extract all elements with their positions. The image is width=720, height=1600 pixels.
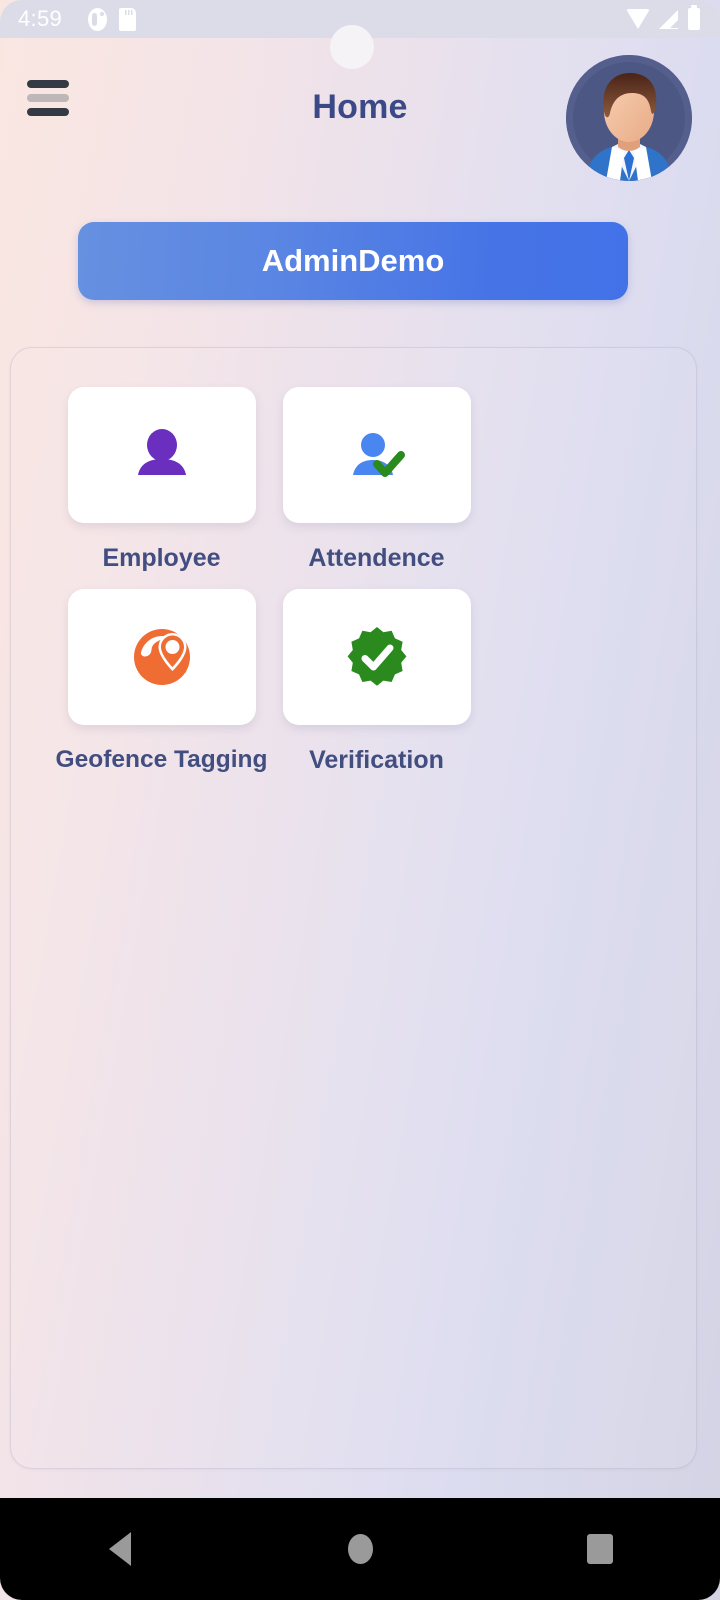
camera-punch-hole <box>330 25 374 69</box>
status-bar-right <box>626 5 706 30</box>
tile-card-geofence-tagging[interactable] <box>67 589 256 725</box>
recents-square-icon <box>587 1534 613 1564</box>
nav-home-button[interactable] <box>300 1534 420 1564</box>
hamburger-line-top <box>27 80 69 88</box>
tile-card-attendence[interactable] <box>282 387 471 523</box>
wifi-icon <box>626 9 650 29</box>
android-navigation-bar <box>0 1498 720 1600</box>
tile-attendence[interactable]: Attendence <box>269 387 484 573</box>
globe-location-pin-icon <box>133 629 190 685</box>
home-circle-icon <box>347 1534 373 1564</box>
cellular-signal-icon <box>659 9 679 29</box>
tile-card-verification[interactable] <box>282 589 471 725</box>
tile-geofence-tagging[interactable]: Geofence Tagging <box>54 589 269 775</box>
tile-card-employee[interactable] <box>67 387 256 523</box>
tile-grid: Employee Attendence Geofence Tagging Ver… <box>11 348 696 791</box>
status-bar-left: 4:59 <box>14 6 137 32</box>
phone-screen: 4:59 Home AdminDemo Employee Attendence … <box>0 0 720 1600</box>
back-triangle-icon <box>109 1532 131 1566</box>
tile-verification[interactable]: Verification <box>269 589 484 775</box>
person-check-icon <box>352 433 405 477</box>
admin-demo-button[interactable]: AdminDemo <box>78 222 628 300</box>
tile-label-attendence: Attendence <box>308 544 445 572</box>
verified-badge-icon <box>347 627 406 686</box>
nav-recents-button[interactable] <box>540 1534 660 1564</box>
sd-card-icon <box>119 7 137 31</box>
person-icon <box>137 429 186 475</box>
status-bar-clock: 4:59 <box>18 6 63 31</box>
content-panel: Employee Attendence Geofence Tagging Ver… <box>10 347 697 1469</box>
battery-icon <box>688 5 700 30</box>
tile-employee[interactable]: Employee <box>54 387 269 573</box>
user-avatar-icon[interactable] <box>566 55 692 181</box>
nav-back-button[interactable] <box>60 1532 180 1566</box>
tile-label-geofence-tagging: Geofence Tagging <box>55 746 268 773</box>
avatar-illustration <box>566 55 692 181</box>
tile-label-employee: Employee <box>102 544 221 572</box>
app-notification-icon <box>88 7 108 31</box>
tile-label-verification: Verification <box>309 746 444 774</box>
